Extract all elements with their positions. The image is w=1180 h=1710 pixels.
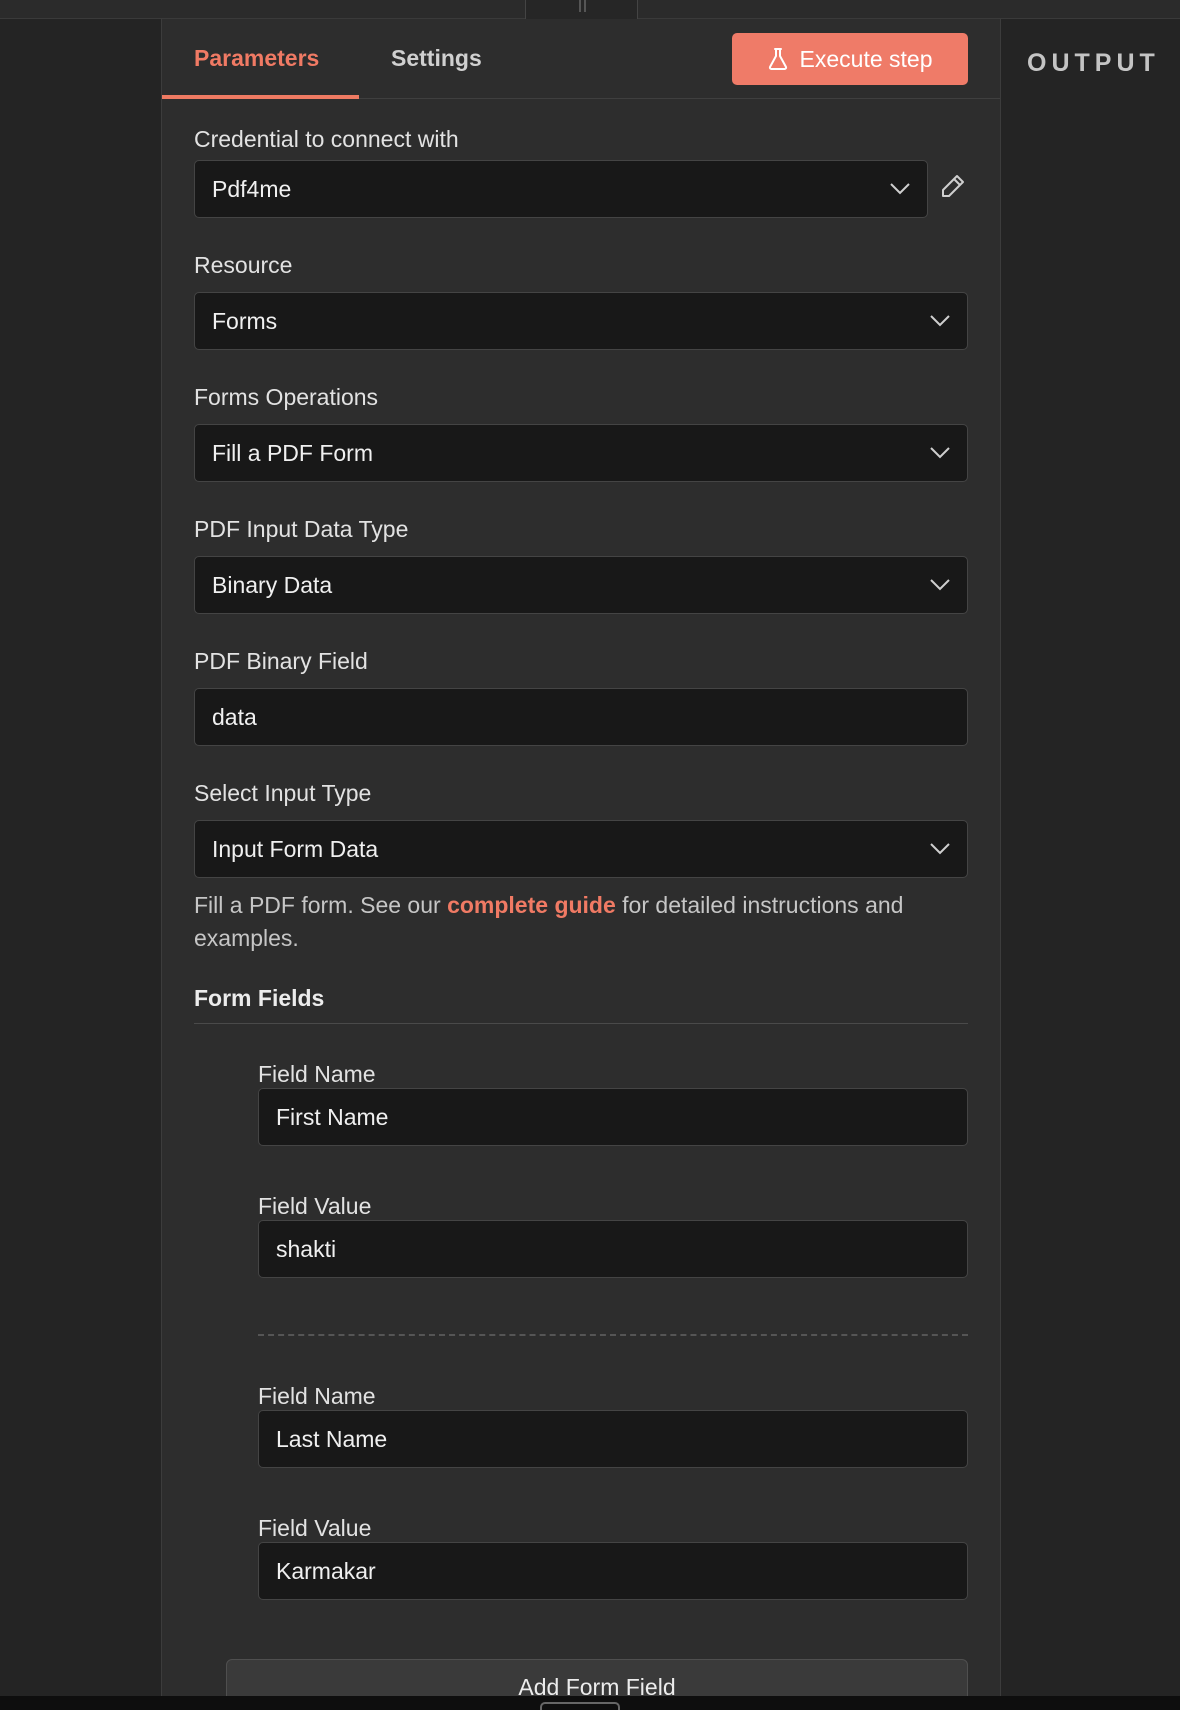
input-column [0,19,162,1696]
section-divider [194,1023,968,1024]
resource-select[interactable]: Forms [194,292,968,350]
binary-field-label: PDF Binary Field [194,648,368,674]
input-data-type-select[interactable]: Binary Data [194,556,968,614]
field-name-input[interactable]: First Name [258,1088,968,1146]
input-data-type-value: Binary Data [212,571,333,598]
output-label: OUTPUT [1027,49,1160,77]
chevron-down-icon [930,447,950,459]
pencil-icon[interactable] [940,173,966,199]
chevron-down-icon [890,183,910,195]
operation-label: Forms Operations [194,384,379,410]
input-data-type-label: PDF Input Data Type [194,516,409,542]
chevron-down-icon [930,843,950,855]
field-name-value: First Name [276,1103,389,1130]
resource-value: Forms [212,307,278,334]
binary-field-value: data [212,703,257,730]
field-value-value: shakti [276,1235,337,1262]
operation-select[interactable]: Fill a PDF Form [194,424,968,482]
complete-guide-link[interactable]: complete guide [447,892,616,918]
execute-step-button[interactable]: Execute step [732,33,968,85]
chevron-down-icon [930,315,950,327]
binary-field-input[interactable]: data [194,688,968,746]
input-type-label: Select Input Type [194,780,372,806]
help-text-start: Fill a PDF form. See our [194,892,448,918]
drag-handle-icon[interactable] [575,0,589,12]
help-text: Fill a PDF form. See our complete guide … [194,889,974,955]
input-type-value: Input Form Data [212,835,379,862]
field-value-input[interactable]: Karmakar [258,1542,968,1600]
chevron-down-icon [930,579,950,591]
input-type-select[interactable]: Input Form Data [194,820,968,878]
bottom-handle[interactable] [540,1702,620,1710]
field-name-label: Field Name [258,1383,376,1409]
field-name-input[interactable]: Last Name [258,1410,968,1468]
panel-tabs: Parameters Settings Execute step [162,19,1000,99]
field-group-separator [258,1334,968,1336]
field-name-value: Last Name [276,1425,388,1452]
field-name-label: Field Name [258,1061,376,1087]
field-value-label: Field Value [258,1515,372,1541]
tab-settings[interactable]: Settings [391,45,482,72]
field-value-value: Karmakar [276,1557,376,1584]
form-fields-title: Form Fields [194,985,325,1011]
tab-parameters[interactable]: Parameters [194,45,319,72]
active-tab-indicator [162,95,359,99]
field-value-input[interactable]: shakti [258,1220,968,1278]
credential-label: Credential to connect with [194,126,459,152]
credential-value: Pdf4me [212,175,292,202]
parameters-panel: Parameters Settings Execute step Credent… [162,19,1001,1710]
output-column: OUTPUT [1001,19,1180,1696]
resource-label: Resource [194,252,293,278]
credential-select[interactable]: Pdf4me [194,160,928,218]
operation-value: Fill a PDF Form [212,439,373,466]
field-value-label: Field Value [258,1193,372,1219]
execute-step-label: Execute step [799,45,933,72]
flask-icon [768,48,787,70]
